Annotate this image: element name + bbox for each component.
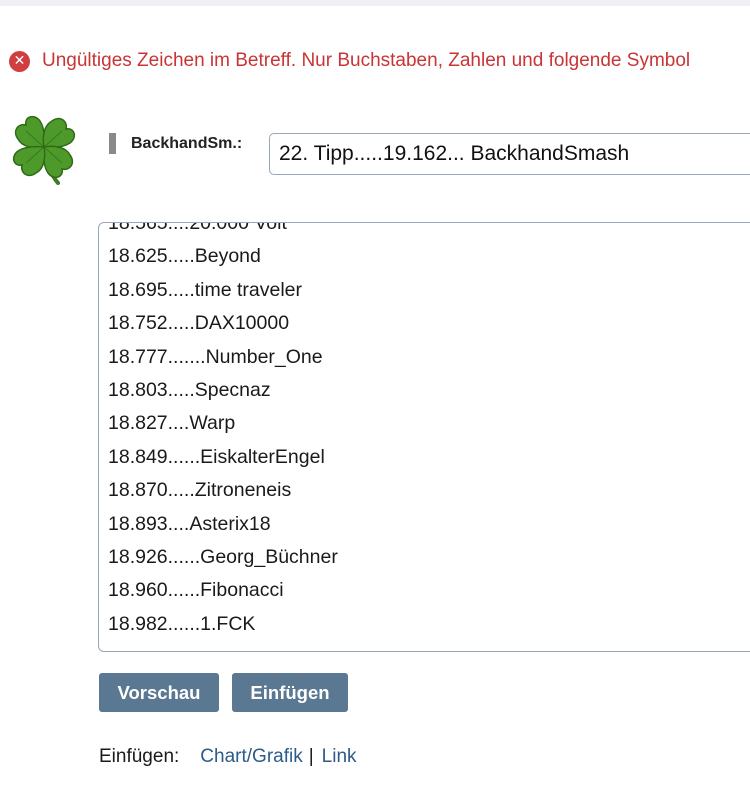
message-line: 18.827....Warp xyxy=(108,412,236,435)
message-line: 18.870.....Zitroneneis xyxy=(108,479,292,502)
four-leaf-clover-icon xyxy=(12,115,76,185)
message-line: 18.926......Georg_Büchner xyxy=(108,545,338,568)
link-separator: | xyxy=(308,746,314,767)
subject-label: BackhandSm.: xyxy=(131,134,243,152)
message-line: 18.752.....DAX10000 xyxy=(108,312,290,335)
top-strip xyxy=(0,0,750,6)
message-line: 18.849......EiskalterEngel xyxy=(108,445,325,468)
drag-marker xyxy=(109,133,116,154)
message-line: 18.625.....Beyond xyxy=(108,245,261,268)
subject-input[interactable] xyxy=(269,133,750,175)
message-line: 18.777.......Number_One xyxy=(108,345,323,368)
message-textarea[interactable]: 18.565....20.000 Volt 18.625.....Beyond … xyxy=(98,222,750,652)
error-x-icon: ✕ xyxy=(9,50,30,72)
message-line: 18.893....Asterix18 xyxy=(108,512,271,535)
preview-button[interactable]: Vorschau xyxy=(99,673,219,712)
link-link[interactable]: Link xyxy=(322,746,357,768)
insert-label: Einfügen: xyxy=(99,746,180,767)
insert-button[interactable]: Einfügen xyxy=(232,673,348,712)
subject-row: BackhandSm.: xyxy=(109,133,252,154)
error-message: ✕ Ungültiges Zeichen im Betreff. Nur Buc… xyxy=(9,50,690,72)
error-text: Ungültiges Zeichen im Betreff. Nur Buchs… xyxy=(42,50,691,71)
message-lines: 18.565....20.000 Volt 18.625.....Beyond … xyxy=(108,222,338,641)
chart-graphic-link[interactable]: Chart/Grafik xyxy=(200,746,302,768)
message-line: 18.565....20.000 Volt xyxy=(108,222,287,234)
message-line: 18.695.....time traveler xyxy=(108,278,303,301)
insert-links: Einfügen: Chart/Grafik | Link xyxy=(99,746,357,768)
message-line: 18.803.....Specnaz xyxy=(108,378,271,401)
message-line: 18.982......1.FCK xyxy=(108,612,256,635)
message-line: 18.960......Fibonacci xyxy=(108,579,284,602)
